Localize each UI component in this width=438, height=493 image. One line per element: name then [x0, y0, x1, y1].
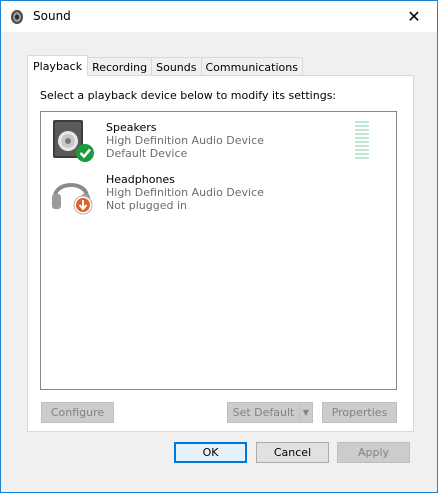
tab-playback[interactable]: Playback — [27, 55, 89, 76]
device-description: High Definition Audio Device — [106, 134, 264, 147]
apply-button[interactable]: Apply — [337, 442, 410, 463]
ok-button[interactable]: OK — [174, 442, 247, 463]
set-default-dropdown-button[interactable]: ▼ — [299, 402, 313, 423]
configure-button[interactable]: Configure — [41, 402, 114, 423]
playback-panel: Select a playback device below to modify… — [27, 75, 414, 432]
device-name: Headphones — [106, 173, 175, 186]
cancel-button[interactable]: Cancel — [256, 442, 329, 463]
list-item-speakers[interactable]: Speakers High Definition Audio Device De… — [49, 117, 379, 165]
tab-recording[interactable]: Recording — [87, 57, 153, 76]
properties-button[interactable]: Properties — [322, 402, 397, 423]
instruction-text: Select a playback device below to modify… — [40, 89, 337, 102]
device-list[interactable]: Speakers High Definition Audio Device De… — [40, 111, 397, 390]
list-item-headphones[interactable]: Headphones High Definition Audio Device … — [49, 169, 379, 217]
device-status: Default Device — [106, 147, 188, 160]
tab-communications[interactable]: Communications — [200, 57, 303, 76]
headphones-icon — [52, 183, 93, 215]
speaker-icon — [53, 120, 94, 162]
volume-level-meter — [355, 121, 369, 159]
sound-dialog: Sound ✕ Playback Recording Sounds Commun… — [0, 0, 438, 493]
device-status: Not plugged in — [106, 199, 188, 212]
set-default-button[interactable]: Set Default — [227, 402, 300, 423]
speaker-app-icon — [11, 10, 23, 24]
device-description: High Definition Audio Device — [106, 186, 264, 199]
title-bar[interactable]: Sound ✕ — [1, 1, 437, 32]
device-name: Speakers — [106, 121, 157, 134]
close-icon: ✕ — [407, 7, 421, 26]
tab-strip: Playback Recording Sounds Communications — [27, 55, 303, 76]
chevron-down-icon: ▼ — [302, 408, 310, 417]
close-button[interactable]: ✕ — [391, 1, 437, 32]
tab-sounds[interactable]: Sounds — [151, 57, 202, 76]
window-title: Sound — [33, 9, 71, 23]
